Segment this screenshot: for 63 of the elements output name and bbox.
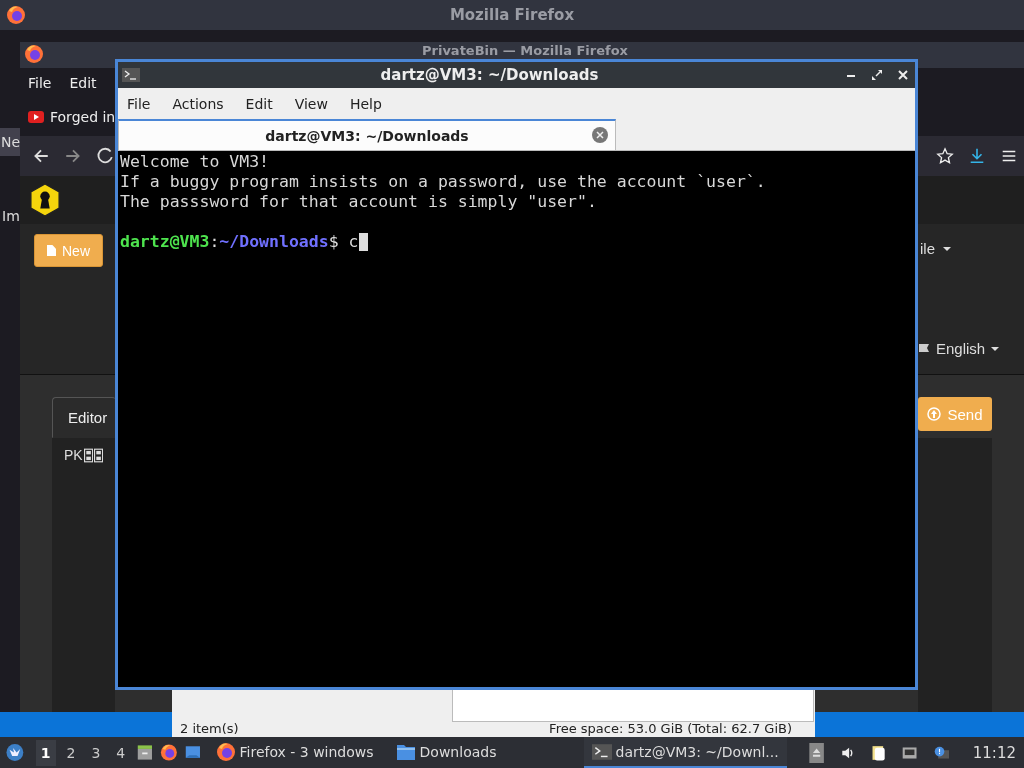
menu-item[interactable]: File	[127, 96, 151, 112]
terminal-icon	[122, 68, 140, 82]
close-icon[interactable]	[897, 69, 909, 81]
tab-title[interactable]: Ne	[0, 134, 21, 150]
menu-item[interactable]: Actions	[172, 96, 224, 112]
menu-item[interactable]: Edit	[69, 75, 97, 91]
input-field[interactable]	[452, 690, 814, 722]
workspace-button[interactable]: 4	[111, 739, 131, 766]
window-title: Mozilla Firefox	[449, 6, 575, 24]
clock[interactable]: 11:12	[972, 743, 1016, 762]
caret-icon	[943, 246, 951, 251]
window-title: dartz@VM3: ~/Downloads	[379, 66, 600, 84]
upload-icon	[927, 407, 942, 421]
firefox-icon[interactable]	[6, 5, 26, 25]
editor-area[interactable]: PK	[52, 438, 115, 712]
firefox-icon[interactable]	[160, 742, 178, 763]
terminal-line: Welcome to VM3!	[120, 152, 270, 172]
page-text: Im	[2, 208, 20, 224]
editor-text: PK	[64, 447, 83, 463]
menu-item[interactable]: Help	[349, 96, 382, 112]
menu-item[interactable]: View	[294, 96, 328, 112]
document-icon	[47, 245, 56, 256]
control-character-icon	[83, 448, 93, 463]
control-character-icon	[93, 448, 103, 463]
prompt-symbol: $	[328, 232, 339, 252]
prompt-user: dartz@VM3	[120, 232, 210, 252]
file-menu-button[interactable]: ile	[920, 240, 951, 257]
back-arrow-icon[interactable]	[32, 147, 50, 165]
caret-icon	[991, 346, 1000, 351]
terminal-icon	[591, 741, 612, 762]
star-icon[interactable]	[936, 147, 954, 165]
taskbar-task[interactable]: Downloads	[387, 737, 578, 768]
menu-item[interactable]: File	[28, 75, 52, 91]
keyhole-logo-icon[interactable]	[28, 183, 62, 217]
download-icon[interactable]	[968, 147, 986, 165]
terminal-tab[interactable]: dartz@VM3: ~/Downloads	[118, 119, 616, 150]
reload-icon[interactable]	[96, 147, 114, 165]
firefox-icon	[24, 44, 44, 64]
prompt-path: ~/Downloads	[219, 232, 329, 252]
prompt-separator: :	[209, 232, 220, 252]
terminal-line: The passsword for that account is simply "user".	[120, 192, 598, 212]
status-text: 2 item(s)	[180, 721, 239, 736]
typed-text: c	[348, 232, 359, 252]
taskbar-task[interactable]: dartz@VM3: ~/Downl...	[583, 737, 787, 768]
language-button[interactable]: English	[918, 340, 1000, 357]
tab-title: dartz@VM3: ~/Downloads	[265, 127, 469, 144]
forward-arrow-icon[interactable]	[64, 147, 82, 165]
file-cabinet-icon[interactable]	[136, 742, 154, 763]
firefox-icon	[215, 741, 236, 762]
editor-tab[interactable]: Editor	[52, 397, 116, 438]
play-icon	[28, 111, 44, 123]
window-title: PrivateBin — Mozilla Firefox	[422, 44, 628, 58]
workspace-button[interactable]: 2	[61, 739, 81, 766]
workspace-button[interactable]: 1	[35, 739, 56, 766]
text-cursor	[358, 233, 368, 251]
maximize-icon[interactable]	[871, 69, 883, 81]
status-text: Free space: 53.0 GiB (Total: 62.7 GiB)	[549, 721, 792, 736]
terminal-line: If a buggy program insists on a password, use the account `user`.	[120, 172, 767, 192]
workspace-button[interactable]: 3	[86, 739, 106, 766]
bookmark-item[interactable]: Forged in	[28, 109, 116, 125]
menu-item[interactable]: Edit	[245, 96, 273, 112]
taskbar-task[interactable]: Firefox - 3 windows	[207, 737, 382, 768]
eject-icon[interactable]	[808, 742, 824, 763]
